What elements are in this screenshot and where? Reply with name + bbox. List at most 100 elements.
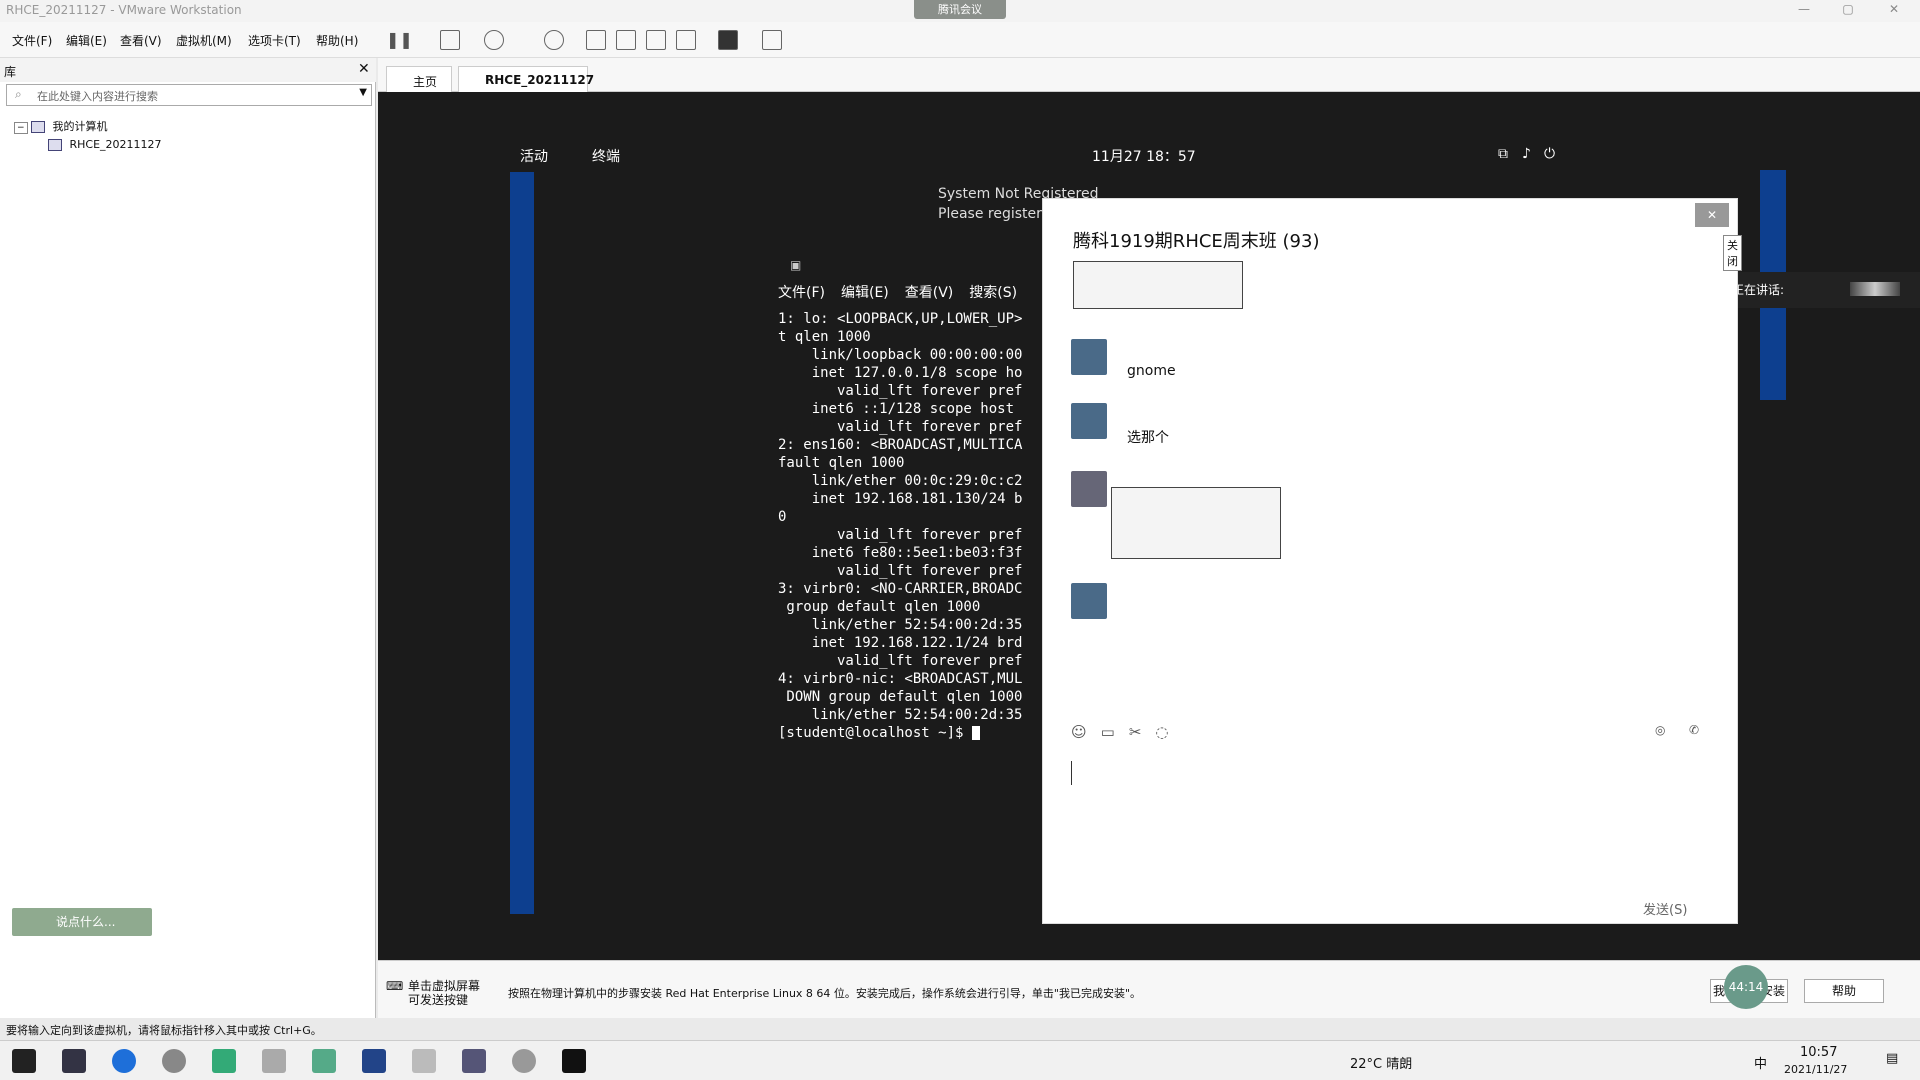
notification-icon[interactable]: ▤ bbox=[1886, 1051, 1898, 1066]
search-placeholder: 在此处键入内容进行搜索 bbox=[37, 90, 158, 103]
library-header: 库 ✕ bbox=[0, 58, 376, 82]
menu-view[interactable]: 查看(V) bbox=[120, 32, 162, 49]
explorer-icon[interactable] bbox=[262, 1049, 286, 1073]
vmware-icon[interactable] bbox=[462, 1049, 486, 1073]
avatar[interactable] bbox=[1071, 403, 1107, 439]
terminal-line: inet 127.0.0.1/8 scope ho bbox=[778, 365, 1023, 381]
terminal-app-icon: ▣ bbox=[790, 258, 802, 272]
camera-icon[interactable]: ◎ bbox=[1655, 723, 1665, 737]
snapshot-manager-icon[interactable] bbox=[544, 30, 564, 50]
ime-indicator[interactable]: 中 bbox=[1754, 1053, 1767, 1072]
avatar[interactable] bbox=[1071, 583, 1107, 619]
desktop-strip-left bbox=[510, 172, 534, 914]
terminal-menu[interactable]: 终端 bbox=[592, 146, 620, 166]
library-toggle-icon[interactable] bbox=[586, 30, 606, 50]
menu-help[interactable]: 帮助(H) bbox=[316, 32, 358, 49]
send-button[interactable]: 发送(S) bbox=[1643, 899, 1687, 918]
audio-level-icon bbox=[1850, 282, 1900, 296]
click-hint: 单击虚拟屏幕 可发送按键 bbox=[408, 979, 481, 1007]
terminal-icon[interactable] bbox=[562, 1049, 586, 1073]
terminal-line: 4: virbr0-nic: <BROADCAST,MUL bbox=[778, 671, 1023, 687]
thumbnail-icon[interactable] bbox=[616, 30, 636, 50]
chat-input-bubble[interactable]: 说点什么... bbox=[12, 908, 152, 936]
chat-close-button[interactable]: ✕ bbox=[1695, 203, 1729, 227]
avatar[interactable] bbox=[1071, 339, 1107, 375]
collapse-icon[interactable]: − bbox=[14, 122, 28, 134]
terminal-line: valid_lft forever pref bbox=[778, 563, 1023, 579]
volume-icon[interactable]: ♪ bbox=[1522, 146, 1531, 162]
timer-badge: 44:14 bbox=[1724, 965, 1768, 1009]
chat-window[interactable]: ✕ 关闭 腾科1919期RHCE周末班 (93) gnome 选那个 ☺ ▭ ✂… bbox=[1042, 198, 1742, 924]
term-menu-edit[interactable]: 编辑(E) bbox=[841, 282, 889, 302]
chevron-down-icon[interactable]: ▼ bbox=[359, 87, 367, 98]
help-button[interactable]: 帮助 bbox=[1804, 979, 1884, 1003]
message-image[interactable] bbox=[1111, 487, 1281, 559]
chat-input[interactable] bbox=[1071, 755, 1701, 885]
terminal-line: inet6 ::1/128 scope host bbox=[778, 401, 1015, 417]
avatar[interactable] bbox=[1071, 471, 1107, 507]
chrome-icon[interactable] bbox=[162, 1049, 186, 1073]
app-icon[interactable] bbox=[62, 1049, 86, 1073]
terminal-line: link/ether 52:54:00:2d:35 bbox=[778, 707, 1023, 723]
term-menu-file[interactable]: 文件(F) bbox=[778, 282, 825, 302]
tab-home-label: 主页 bbox=[413, 75, 438, 89]
app2-icon[interactable] bbox=[412, 1049, 436, 1073]
vm-icon bbox=[48, 139, 62, 151]
tree-root-label: 我的计算机 bbox=[52, 120, 108, 133]
minimize-button[interactable]: — bbox=[1794, 2, 1814, 18]
wps-icon[interactable] bbox=[212, 1049, 236, 1073]
meeting-tab[interactable]: 腾讯会议 bbox=[914, 0, 1006, 19]
tab-vm[interactable]: RHCE_20211127 bbox=[458, 66, 594, 92]
menu-vm[interactable]: 虚拟机(M) bbox=[176, 32, 232, 49]
close-window-button[interactable]: ✕ bbox=[1884, 2, 1904, 18]
snapshot-icon[interactable] bbox=[484, 30, 504, 50]
meeting-icon[interactable] bbox=[362, 1049, 386, 1073]
weather[interactable]: 22°C 晴朗 bbox=[1350, 1053, 1412, 1072]
emoji-icon[interactable]: ☺ bbox=[1071, 723, 1087, 741]
wechat-icon[interactable] bbox=[312, 1049, 336, 1073]
library-pane: 库 ✕ ⌕ 在此处键入内容进行搜索 ▼ − 我的计算机 RHCE_2021112… bbox=[0, 58, 376, 1018]
power-icon[interactable]: ⏻ bbox=[1544, 146, 1555, 162]
terminal-line: inet 192.168.181.130/24 b bbox=[778, 491, 1023, 507]
library-search-input[interactable]: ⌕ 在此处键入内容进行搜索 ▼ bbox=[6, 84, 372, 106]
edge-icon[interactable] bbox=[112, 1049, 136, 1073]
terminal-line: inet 192.168.122.1/24 brd bbox=[778, 635, 1023, 651]
gnome-clock[interactable]: 11月27 18：57 bbox=[1092, 146, 1196, 166]
chat-toolbar: ☺ ▭ ✂ ◌ bbox=[1071, 723, 1169, 741]
term-menu-view[interactable]: 查看(V) bbox=[905, 282, 954, 302]
pause-icon[interactable]: ❚❚ bbox=[386, 30, 413, 49]
close-library-icon[interactable]: ✕ bbox=[358, 61, 370, 77]
term-menu-search[interactable]: 搜索(S) bbox=[969, 282, 1017, 302]
tab-vm-label: RHCE_20211127 bbox=[485, 73, 595, 87]
clock-date[interactable]: 2021/11/27 bbox=[1784, 1063, 1847, 1076]
terminal-cursor bbox=[971, 726, 980, 740]
terminal-line: inet6 fe80::5ee1:be03:f3f bbox=[778, 545, 1023, 561]
tab-home[interactable]: 主页 bbox=[386, 66, 452, 92]
network-icon[interactable]: ⧉ bbox=[1498, 146, 1508, 162]
menu-file[interactable]: 文件(F) bbox=[12, 32, 52, 49]
menu-edit[interactable]: 编辑(E) bbox=[66, 32, 107, 49]
tree-my-computer[interactable]: − 我的计算机 bbox=[14, 118, 108, 134]
unity-icon[interactable] bbox=[676, 30, 696, 50]
console-icon[interactable] bbox=[718, 30, 738, 50]
tree-vm-label: RHCE_20211127 bbox=[69, 138, 162, 151]
terminal-line: 2: ens160: <BROADCAST,MULTICA bbox=[778, 437, 1023, 453]
fullscreen-icon[interactable] bbox=[646, 30, 666, 50]
clock-time[interactable]: 10:57 bbox=[1800, 1045, 1837, 1060]
browser-icon[interactable] bbox=[512, 1049, 536, 1073]
phone-icon[interactable]: ✆ bbox=[1689, 723, 1699, 737]
folder-icon[interactable]: ▭ bbox=[1101, 723, 1115, 741]
install-hint: 按照在物理计算机中的步骤安装 Red Hat Enterprise Linux … bbox=[508, 987, 1142, 1000]
maximize-button[interactable]: ▢ bbox=[1838, 2, 1858, 18]
scissors-icon[interactable]: ✂ bbox=[1129, 723, 1142, 741]
send-keys-icon[interactable] bbox=[440, 30, 460, 50]
menu-tabs[interactable]: 选项卡(T) bbox=[248, 32, 301, 49]
tree-vm-item[interactable]: RHCE_20211127 bbox=[48, 138, 162, 151]
start-icon[interactable] bbox=[12, 1049, 36, 1073]
taskbar: 22°C 晴朗 中 10:57 2021/11/27 ▤ bbox=[0, 1040, 1920, 1080]
message-image[interactable] bbox=[1073, 261, 1243, 309]
activities-button[interactable]: 活动 bbox=[520, 146, 548, 166]
title-bar: RHCE_20211127 - VMware Workstation 腾讯会议 … bbox=[0, 0, 1920, 22]
chat-bubble-icon[interactable]: ◌ bbox=[1155, 723, 1168, 741]
view-stretch-icon[interactable] bbox=[762, 30, 782, 50]
